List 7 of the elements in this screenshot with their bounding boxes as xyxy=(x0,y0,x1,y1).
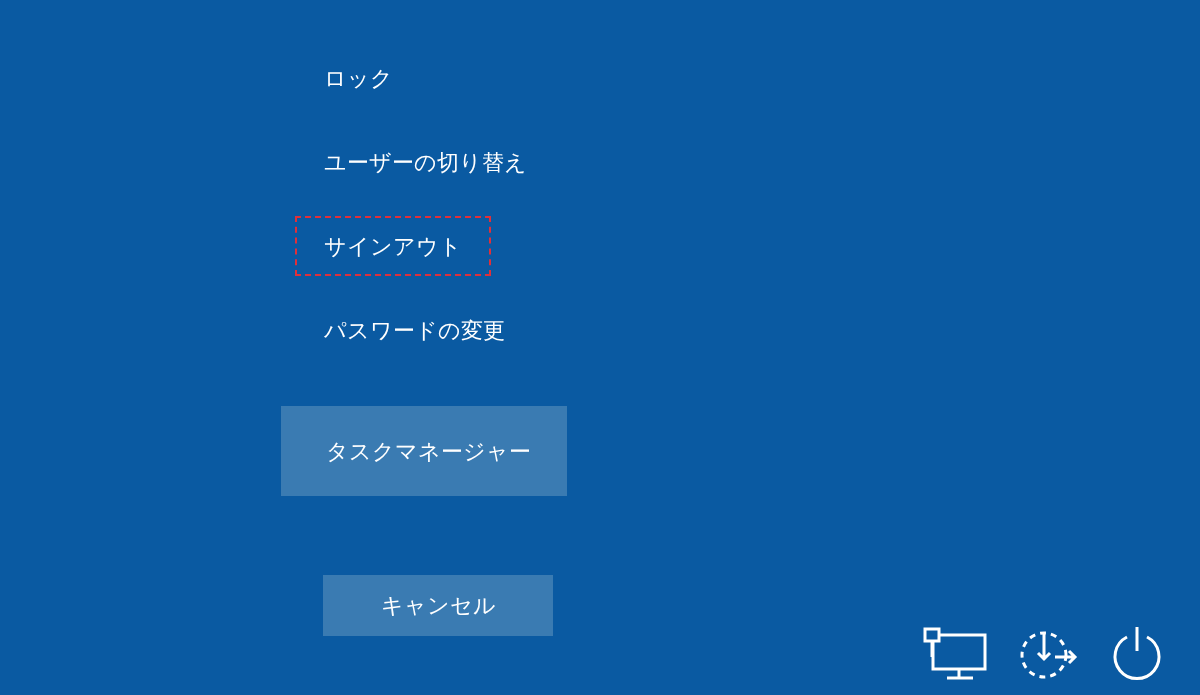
menu-item[interactable]: ロック xyxy=(295,48,422,108)
menu-item[interactable]: サインアウト xyxy=(295,216,491,276)
menu-item[interactable]: ユーザーの切り替え xyxy=(295,132,556,192)
network-icon[interactable] xyxy=(923,627,987,681)
cancel-button[interactable]: キャンセル xyxy=(323,575,553,636)
menu-item[interactable]: パスワードの変更 xyxy=(295,300,534,360)
task-manager-button[interactable]: タスクマネージャー xyxy=(281,406,567,496)
